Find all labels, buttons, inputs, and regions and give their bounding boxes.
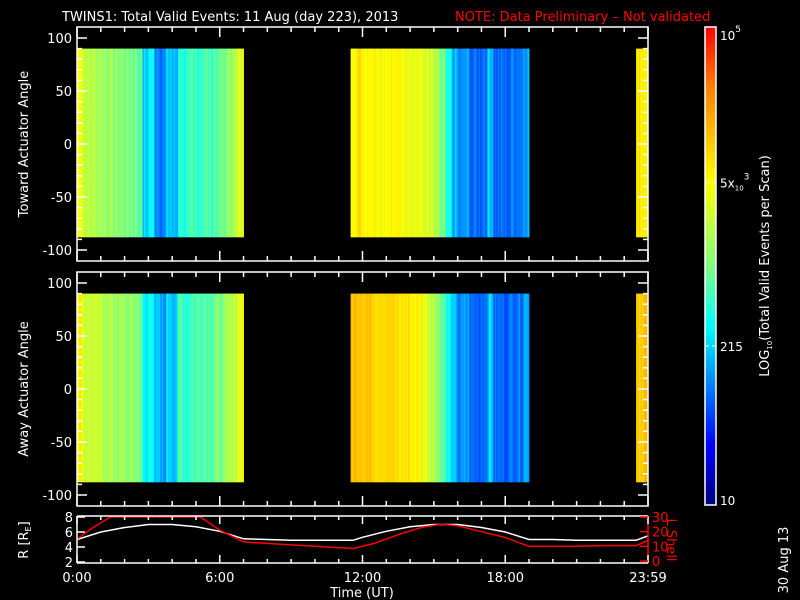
colorbar-tick-label: 10 <box>720 494 735 508</box>
colorbar-tick-sub: 10 <box>735 184 744 192</box>
ytick-label: 100 <box>47 32 72 47</box>
r-ylabel: R [RE] <box>17 521 33 558</box>
ytick-label: 0 <box>64 383 72 398</box>
toward-panel: 100 50 0 -50 -100 <box>42 26 649 262</box>
ytick-left-label: 2 <box>65 556 73 571</box>
ytick-left-label: 4 <box>65 541 73 556</box>
time-xlabel: Time (UT) <box>329 586 394 600</box>
lshell-ylabel: L Shell <box>663 518 678 561</box>
ytick-left-label: 8 <box>65 511 73 526</box>
ytick-label: -100 <box>42 244 72 259</box>
preliminary-note: NOTE: Data Preliminary – Not validated <box>455 10 710 25</box>
xtick-label: 6:00 <box>205 571 234 586</box>
ytick-right-label: 0 <box>652 555 660 570</box>
ytick-label: 0 <box>64 138 72 153</box>
ytick-label: 50 <box>55 330 72 345</box>
colorbar <box>704 26 717 506</box>
toward-ylabel: Toward Actuator Angle <box>17 71 32 218</box>
xtick-label: 18:00 <box>487 571 524 586</box>
orbit-panel: 0:00 6:00 12:00 18:00 23:5986423020100 <box>62 511 668 586</box>
colorbar-label: LOG10(Total Valid Events per Scan) <box>758 155 774 377</box>
heatmap-cell <box>242 293 244 483</box>
r-distance-line <box>77 523 648 542</box>
plot-title: TWINS1: Total Valid Events: 11 Aug (day … <box>61 10 398 25</box>
heatmap-cell <box>527 293 530 483</box>
ytick-label: -100 <box>42 489 72 504</box>
xtick-label: 23:59 <box>629 571 666 586</box>
heatmap-cell <box>242 48 244 238</box>
ytick-left-label: 6 <box>65 526 73 541</box>
colorbar-tick-base: 10 <box>720 29 735 43</box>
colorbar-tick-label: 5x103 <box>720 172 749 192</box>
ytick-label: -50 <box>51 436 72 451</box>
colorbar-tick-base: 5x <box>720 176 735 190</box>
generation-date: 30 Aug 13 <box>777 527 792 594</box>
colorbar-tick-label: 105 <box>720 25 741 43</box>
twins-plot: TWINS1: Total Valid Events: 11 Aug (day … <box>17 10 792 600</box>
ytick-label: 100 <box>47 277 72 292</box>
xtick-label: 0:00 <box>62 571 91 586</box>
xtick-label: 12:00 <box>344 571 381 586</box>
ytick-label: 50 <box>55 85 72 100</box>
ytick-label: -50 <box>51 191 72 206</box>
away-panel: 100 50 0 -50 -100 <box>42 271 649 507</box>
colorbar-tick-sup: 5 <box>735 25 741 35</box>
away-ylabel: Away Actuator Angle <box>17 321 32 456</box>
heatmap-cell <box>527 48 530 238</box>
colorbar-tick-label: 215 <box>720 340 743 354</box>
colorbar-tick-sup: 3 <box>744 172 750 182</box>
colorbar-tick-base: 10 <box>720 494 735 508</box>
colorbar-tick-base: 215 <box>720 340 743 354</box>
